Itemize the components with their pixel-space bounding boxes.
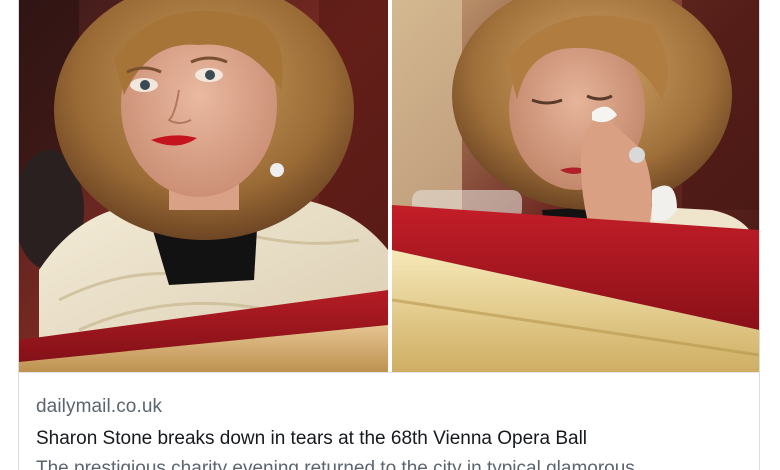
preview-photo-left: [19, 0, 388, 372]
preview-image-strip[interactable]: [19, 0, 759, 372]
article-headline[interactable]: Sharon Stone breaks down in tears at the…: [36, 428, 587, 450]
preview-photo-right: [392, 0, 759, 372]
photo-left-illustration: [19, 0, 388, 372]
link-caption[interactable]: dailymail.co.uk Sharon Stone breaks down…: [19, 372, 759, 470]
link-preview-card[interactable]: dailymail.co.uk Sharon Stone breaks down…: [18, 0, 760, 470]
article-description: The prestigious charity evening returned…: [36, 458, 635, 470]
photo-right-illustration: [392, 0, 759, 372]
source-domain[interactable]: dailymail.co.uk: [36, 396, 162, 418]
